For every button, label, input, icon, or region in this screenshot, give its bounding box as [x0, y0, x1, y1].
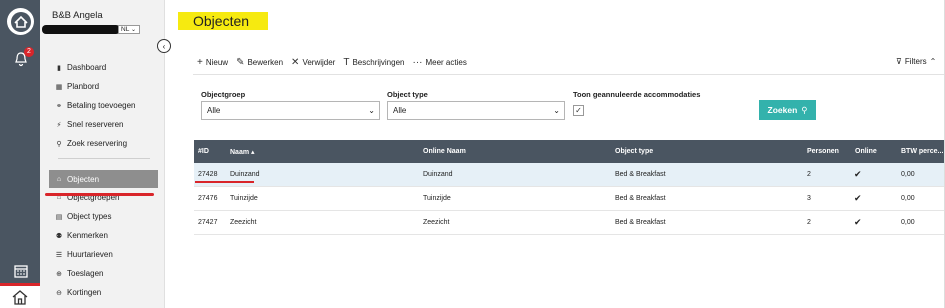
sidebar-divider: [58, 158, 150, 159]
cell-persons: 2: [807, 171, 811, 178]
cell-persons: 3: [807, 195, 811, 202]
column-header-id[interactable]: #ID: [198, 148, 209, 155]
edit-button[interactable]: ✎ Bewerken: [236, 57, 283, 68]
cell-name: Tuinzijde: [230, 195, 258, 202]
cancelled-label: Toon geannuleerde accommodaties: [573, 90, 701, 99]
chart-icon: ▮: [57, 64, 61, 72]
redacted-user-name: [42, 25, 120, 34]
cell-name: Duinzand: [230, 171, 260, 178]
cell-vat: 0,00: [901, 195, 915, 202]
sidebar-nav: ▮ Dashboard ▦ Planbord ⚭ Betaling toevoegen…: [54, 58, 136, 153]
bolt-icon: ⚡: [56, 121, 62, 129]
cell-online-name: Zeezicht: [423, 219, 450, 226]
sidebar-item-objectgroepen[interactable]: ⌂ Objectgroepen: [49, 188, 158, 207]
objecttype-select[interactable]: Alle ⌄: [387, 101, 565, 120]
column-header-vat[interactable]: BTW perce...: [901, 148, 943, 155]
table-row[interactable]: 27476 Tuinzijde Tuinzijde Bed & Breakfas…: [194, 187, 945, 211]
page-title: Objecten: [178, 12, 268, 30]
sidebar-nav-objects: ⌂ Objecten ⌂ Objectgroepen ▤ Object types ⚉…: [49, 170, 158, 302]
cell-vat: 0,00: [901, 219, 915, 226]
filter-icon: ⊽: [896, 57, 902, 66]
toolbar-divider: [193, 74, 945, 75]
cell-online-name: Tuinzijde: [423, 195, 451, 202]
column-header-name[interactable]: Naam ▴: [230, 148, 255, 156]
check-icon: ✔: [854, 193, 862, 203]
sidebar-item-toeslagen[interactable]: ⊕ Toeslagen: [49, 264, 158, 283]
text-icon: T: [343, 57, 350, 68]
column-header-object-type[interactable]: Object type: [615, 148, 653, 155]
cell-object-type: Bed & Breakfast: [615, 195, 666, 202]
sidebar-item-objecten[interactable]: ⌂ Objecten: [49, 170, 158, 188]
search-button[interactable]: Zoeken ⚲: [759, 100, 816, 120]
table-row[interactable]: 27428 Duinzand Duinzand Bed & Breakfast …: [194, 163, 945, 187]
home-icon: ⌂: [56, 175, 62, 183]
table-row[interactable]: 27427 Zeezicht Zeezicht Bed & Breakfast …: [194, 211, 945, 235]
search-icon: ⚲: [56, 140, 62, 148]
cell-online-name: Duinzand: [423, 171, 453, 178]
objectgroep-label: Objectgroep: [201, 90, 246, 99]
icon-rail: 2: [0, 0, 40, 308]
cell-vat: 0,00: [901, 171, 915, 178]
sidebar-item-planbord[interactable]: ▦ Planbord: [54, 77, 136, 96]
annotation-underline: [45, 193, 154, 196]
sidebar-item-kenmerken[interactable]: ⚉ Kenmerken: [49, 226, 158, 245]
close-icon: ✕: [291, 57, 300, 68]
toolbar: + Nieuw ✎ Bewerken ✕ Verwijder T Beschrijvin…: [197, 57, 467, 68]
cell-object-type: Bed & Breakfast: [615, 171, 666, 178]
objecttype-label: Object type: [387, 90, 428, 99]
pencil-icon: ✎: [236, 57, 245, 68]
filters-button[interactable]: ⊽ Filters ⌃: [896, 57, 936, 66]
home-icon[interactable]: [0, 285, 40, 308]
house-logo-icon[interactable]: [7, 8, 34, 35]
language-select[interactable]: NL ⌄: [118, 25, 140, 34]
plus-icon: +: [197, 57, 203, 68]
objectgroep-select[interactable]: Alle ⌄: [201, 101, 380, 120]
more-actions-button[interactable]: ··· Meer acties: [412, 57, 466, 68]
sidebar-item-zoek-reservering[interactable]: ⚲ Zoek reservering: [54, 134, 136, 153]
chevron-left-icon: ‹: [162, 41, 166, 51]
company-name: B&B Angela: [52, 10, 103, 21]
cell-id: 27428: [198, 171, 218, 178]
sidebar-item-kortingen[interactable]: ⊖ Kortingen: [49, 283, 158, 302]
annotation-mark: [0, 283, 40, 286]
delete-button[interactable]: ✕ Verwijder: [291, 57, 335, 68]
annotation-underline: [195, 181, 254, 183]
search-icon: ⚲: [801, 104, 808, 115]
notification-badge: 2: [24, 47, 34, 57]
sidebar-item-snel-reserveren[interactable]: ⚡ Snel reserveren: [54, 115, 136, 134]
table-header: #ID Naam ▴ Online Naam Object type Perso…: [194, 140, 945, 163]
ellipsis-icon: ···: [412, 57, 423, 68]
board-icon: ▦: [55, 83, 63, 91]
rates-icon: ☰: [55, 251, 63, 259]
types-icon: ▤: [55, 213, 63, 221]
chevron-down-icon: ⌄: [368, 106, 375, 115]
payment-icon: ⚭: [56, 102, 62, 110]
check-icon: ✔: [854, 217, 862, 227]
collapse-sidebar-button[interactable]: ‹: [157, 39, 171, 53]
calendar-icon[interactable]: [13, 263, 29, 279]
cell-id: 27476: [198, 195, 218, 202]
check-icon: ✔: [854, 169, 862, 179]
plus-circle-icon: ⊕: [56, 270, 62, 278]
new-button[interactable]: + Nieuw: [197, 57, 228, 68]
sidebar-item-betaling[interactable]: ⚭ Betaling toevoegen: [54, 96, 135, 115]
column-header-online[interactable]: Online: [855, 148, 877, 155]
cell-object-type: Bed & Breakfast: [615, 219, 666, 226]
minus-circle-icon: ⊖: [56, 289, 62, 297]
cancelled-checkbox[interactable]: ✓: [573, 105, 584, 116]
sidebar-item-object-types[interactable]: ▤ Object types: [49, 207, 158, 226]
sidebar-item-dashboard[interactable]: ▮ Dashboard: [54, 58, 136, 77]
chevron-down-icon: ⌄: [553, 106, 560, 115]
cell-name: Zeezicht: [230, 219, 257, 226]
column-header-online-name[interactable]: Online Naam: [423, 148, 466, 155]
chevron-up-icon: ⌃: [929, 57, 937, 66]
sidebar-item-huurtarieven[interactable]: ☰ Huurtarieven: [49, 245, 158, 264]
descriptions-button[interactable]: T Beschrijvingen: [343, 57, 404, 68]
cell-persons: 2: [807, 219, 811, 226]
features-icon: ⚉: [55, 232, 63, 240]
column-header-persons[interactable]: Personen: [807, 148, 839, 155]
cell-id: 27427: [198, 219, 218, 226]
